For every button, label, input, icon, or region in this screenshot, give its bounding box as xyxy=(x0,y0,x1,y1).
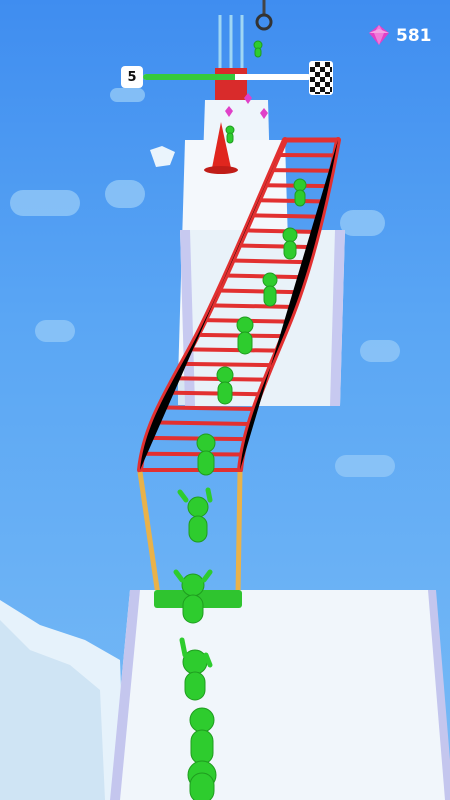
ladder-rung xyxy=(232,258,310,265)
finish-flag-icon xyxy=(309,61,333,95)
ladder-rung xyxy=(258,198,326,204)
ladder-rung xyxy=(181,361,272,368)
ladder-post xyxy=(137,471,161,596)
finish-gate xyxy=(215,68,247,100)
ladder-rung xyxy=(239,243,315,250)
near-track xyxy=(110,590,450,800)
gem-counter: 581 xyxy=(396,26,432,46)
game-stage[interactable]: 5 581 xyxy=(0,0,450,800)
gem-icon xyxy=(369,25,389,45)
hook-icon xyxy=(255,13,273,31)
ladder-rung xyxy=(218,288,301,295)
ladder-rung xyxy=(158,405,255,412)
ladder-rung xyxy=(146,435,246,442)
ladder-rung xyxy=(142,451,243,457)
ladder-rung xyxy=(189,347,278,353)
level-progress-bar xyxy=(143,74,311,80)
ladder-rung xyxy=(271,168,333,173)
ladder-rung xyxy=(252,213,322,219)
ladder-rung xyxy=(166,390,260,397)
level-badge: 5 xyxy=(121,66,143,88)
ladder-rung xyxy=(211,303,296,309)
ladder-rung xyxy=(245,228,319,235)
game-scene xyxy=(0,0,450,800)
level-progress-fill xyxy=(143,74,236,80)
floating-ice xyxy=(150,146,175,167)
ladder-post xyxy=(235,471,243,596)
ladder-rung xyxy=(152,420,250,426)
